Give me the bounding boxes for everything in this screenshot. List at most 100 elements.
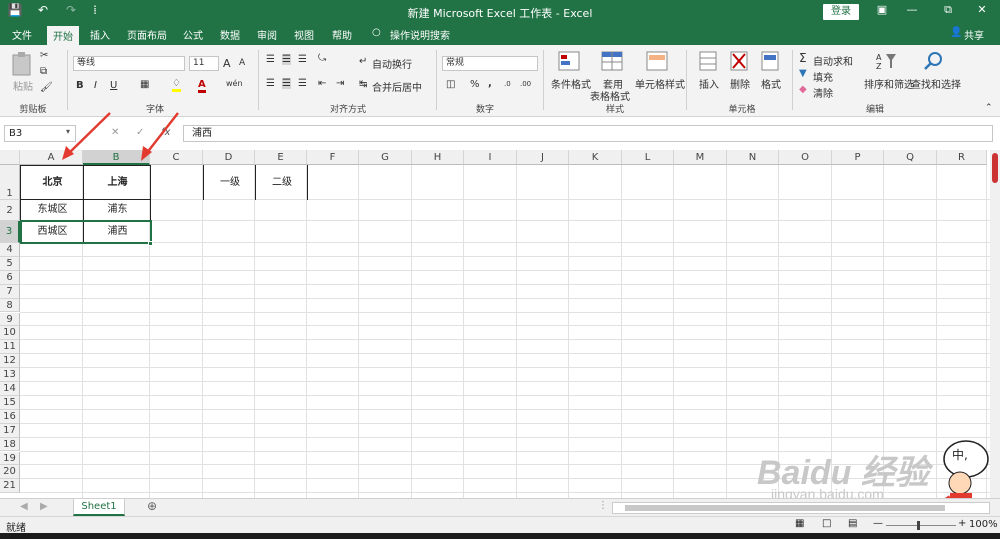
autosum-button[interactable]: 自动求和 xyxy=(813,53,853,68)
column-header-d[interactable]: D xyxy=(203,150,255,165)
clear-button[interactable]: 清除 xyxy=(813,85,833,100)
cell-a2[interactable]: 东城区 xyxy=(21,200,84,220)
share-icon[interactable]: 👤 xyxy=(950,27,962,38)
column-header-c[interactable]: C xyxy=(150,150,203,165)
row-header-4[interactable]: 4 xyxy=(0,243,20,257)
accounting-format-icon[interactable]: ◫ xyxy=(446,79,455,90)
tab-file[interactable]: 文件 xyxy=(12,27,32,42)
row-header-8[interactable]: 8 xyxy=(0,298,20,313)
insert-button[interactable]: 插入 xyxy=(699,76,719,91)
cell-b1[interactable]: 上海 xyxy=(84,166,151,200)
copy-icon[interactable]: ⧉ xyxy=(40,66,47,77)
increase-font-size-button[interactable]: A xyxy=(223,57,231,70)
page-break-view-icon[interactable]: ▤ xyxy=(848,518,857,529)
row-header-3[interactable]: 3 xyxy=(0,221,20,243)
merge-center-icon[interactable]: ↹ xyxy=(359,79,367,90)
row-header-21[interactable]: 21 xyxy=(0,479,20,494)
autosum-icon[interactable]: Σ xyxy=(799,51,807,65)
share-button[interactable]: 共享 xyxy=(964,27,984,42)
delete-button[interactable]: 删除 xyxy=(730,76,750,91)
bold-button[interactable]: B xyxy=(76,80,84,91)
column-header-k[interactable]: K xyxy=(569,150,622,165)
tell-me-search[interactable]: 操作说明搜索 xyxy=(390,27,450,42)
cell-a1[interactable]: 北京 xyxy=(21,166,84,200)
column-header-f[interactable]: F xyxy=(307,150,359,165)
column-header-q[interactable]: Q xyxy=(884,150,937,165)
paste-label[interactable]: 粘贴 xyxy=(13,78,33,93)
column-header-r[interactable]: R xyxy=(937,150,987,165)
align-top-icon[interactable]: ☰ xyxy=(266,54,275,65)
tab-data[interactable]: 数据 xyxy=(220,27,240,42)
row-header-6[interactable]: 6 xyxy=(0,270,20,285)
column-header-h[interactable]: H xyxy=(412,150,464,165)
insert-function-button[interactable]: fx xyxy=(161,127,170,138)
column-header-j[interactable]: J xyxy=(517,150,569,165)
tab-home[interactable]: 开始 xyxy=(47,26,79,45)
tab-insert[interactable]: 插入 xyxy=(90,27,110,42)
zoom-slider[interactable] xyxy=(886,525,956,526)
column-header-o[interactable]: O xyxy=(779,150,832,165)
find-select-icon[interactable] xyxy=(923,51,945,71)
tab-formulas[interactable]: 公式 xyxy=(183,27,203,42)
italic-button[interactable]: I xyxy=(94,80,97,91)
cut-icon[interactable]: ✂ xyxy=(40,50,48,61)
split-bar-icon[interactable]: ⋮ xyxy=(598,500,608,511)
minimize-icon[interactable]: — xyxy=(902,3,922,16)
collapse-ribbon-icon[interactable]: ⌃ xyxy=(985,103,993,113)
column-header-l[interactable]: L xyxy=(622,150,674,165)
column-header-m[interactable]: M xyxy=(674,150,727,165)
scroll-thumb[interactable] xyxy=(992,153,998,183)
increase-decimal-icon[interactable]: .0 xyxy=(504,80,511,88)
column-header-a[interactable]: A xyxy=(20,150,83,165)
number-format-select[interactable]: 常规 xyxy=(442,56,538,71)
row-header-5[interactable]: 5 xyxy=(0,256,20,271)
scroll-sheets-left-icon[interactable]: ◀ xyxy=(20,501,28,512)
font-name-select[interactable]: 等线 xyxy=(73,56,185,71)
row-header-18[interactable]: 18 xyxy=(0,437,20,452)
row-header-10[interactable]: 10 xyxy=(0,326,20,341)
column-header-p[interactable]: P xyxy=(832,150,884,165)
borders-icon[interactable]: ▦ xyxy=(140,79,149,90)
column-header-i[interactable]: I xyxy=(464,150,517,165)
row-header-19[interactable]: 19 xyxy=(0,451,20,466)
add-sheet-icon[interactable]: ⊕ xyxy=(147,499,157,513)
fill-color-icon[interactable]: ♢ xyxy=(172,78,181,92)
row-header-17[interactable]: 17 xyxy=(0,423,20,438)
select-all-corner[interactable] xyxy=(0,150,20,165)
zoom-level[interactable]: 100% xyxy=(969,519,998,530)
zoom-slider-thumb[interactable] xyxy=(917,521,920,530)
align-center-icon[interactable]: ☰ xyxy=(282,78,291,89)
row-header-12[interactable]: 12 xyxy=(0,354,20,369)
merge-center-button[interactable]: 合并后居中 xyxy=(372,79,422,94)
row-header-15[interactable]: 15 xyxy=(0,395,20,410)
increase-indent-icon[interactable]: ⇥ xyxy=(336,78,344,89)
tab-page-layout[interactable]: 页面布局 xyxy=(127,27,167,42)
decrease-indent-icon[interactable]: ⇤ xyxy=(318,78,326,89)
format-as-table-button[interactable]: 表格格式 xyxy=(590,88,630,103)
confirm-entry-icon[interactable]: ✓ xyxy=(136,127,144,138)
clear-icon[interactable]: ◆ xyxy=(799,84,807,95)
cell-b2[interactable]: 浦东 xyxy=(84,200,151,220)
cancel-entry-icon[interactable]: ✕ xyxy=(111,127,119,138)
ribbon-display-options-icon[interactable]: ▣ xyxy=(872,3,892,16)
restore-icon[interactable]: ⧉ xyxy=(938,3,958,17)
tab-view[interactable]: 视图 xyxy=(294,27,314,42)
decrease-font-size-button[interactable]: A xyxy=(239,58,245,68)
column-header-b[interactable]: B xyxy=(83,150,150,165)
orientation-icon[interactable]: ⤿ xyxy=(318,53,326,64)
align-left-icon[interactable]: ☰ xyxy=(266,78,275,89)
fill-icon[interactable]: ▼ xyxy=(799,68,807,79)
page-layout-view-icon[interactable]: □ xyxy=(822,518,831,529)
font-color-button[interactable]: A xyxy=(198,79,206,93)
horizontal-scroll-thumb[interactable] xyxy=(625,505,945,511)
zoom-out-icon[interactable]: — xyxy=(873,518,883,529)
format-painter-icon[interactable]: 🖌 xyxy=(40,82,53,93)
row-header-16[interactable]: 16 xyxy=(0,409,20,424)
align-middle-icon[interactable]: ☰ xyxy=(282,54,291,65)
font-size-select[interactable]: 11 xyxy=(189,56,219,71)
paste-icon[interactable] xyxy=(10,51,34,77)
horizontal-scrollbar[interactable] xyxy=(612,502,990,514)
login-button[interactable]: 登录 xyxy=(823,4,859,20)
column-header-g[interactable]: G xyxy=(359,150,412,165)
vertical-scrollbar[interactable] xyxy=(990,150,1000,498)
